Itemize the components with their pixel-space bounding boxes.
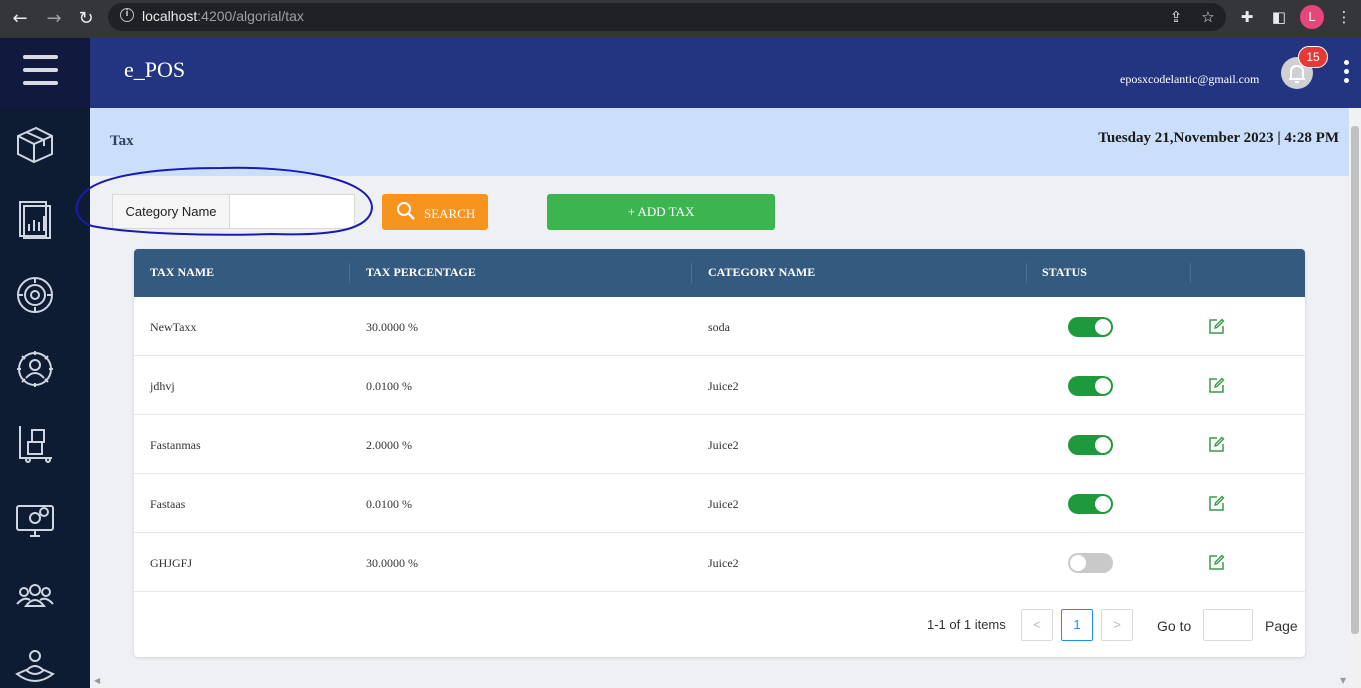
- edit-icon[interactable]: [1208, 377, 1225, 394]
- report-icon[interactable]: [14, 198, 56, 240]
- scroll-down-icon[interactable]: ▼: [1340, 676, 1346, 685]
- table-row: Fastanmas 2.0000 % Juice2: [134, 415, 1305, 474]
- edit-icon[interactable]: [1208, 318, 1225, 335]
- tax-name-cell: GHJGFJ: [150, 556, 193, 570]
- table-row: GHJGFJ 30.0000 % Juice2: [134, 533, 1305, 592]
- table-row: NewTaxx 30.0000 % soda: [134, 297, 1305, 356]
- tax-percentage-cell: 2.0000 %: [366, 438, 412, 452]
- sidebar: [0, 38, 90, 688]
- chrome-menu-icon[interactable]: ⋮: [1334, 7, 1354, 27]
- category-name-cell: Juice2: [708, 497, 739, 511]
- more-options-icon[interactable]: [1342, 60, 1350, 90]
- column-header-tax-name[interactable]: TAX NAME: [150, 265, 214, 280]
- category-name-cell: Juice2: [708, 556, 739, 570]
- user-settings-icon[interactable]: [14, 348, 56, 390]
- edit-icon[interactable]: [1208, 495, 1225, 512]
- status-toggle[interactable]: [1068, 494, 1113, 514]
- current-datetime: Tuesday 21,November 2023 | 4:28 PM: [1098, 130, 1339, 146]
- menu-icon: [23, 55, 58, 59]
- address-bar[interactable]: i localhost:4200/algorial/tax ⇪ ☆: [108, 3, 1226, 31]
- edit-icon[interactable]: [1208, 554, 1225, 571]
- browser-toolbar: ← → ↻ i localhost:4200/algorial/tax ⇪ ☆ …: [0, 0, 1361, 38]
- add-tax-button[interactable]: + ADD TAX: [547, 194, 775, 230]
- table-row: jdhvj 0.0100 % Juice2: [134, 356, 1305, 415]
- scroll-thumb[interactable]: [1351, 126, 1359, 634]
- search-button[interactable]: SEARCH: [382, 194, 488, 230]
- user-email[interactable]: eposxcodelantic@gmail.com: [1120, 72, 1259, 87]
- extensions-icon[interactable]: ✚: [1237, 7, 1257, 27]
- users-group-icon[interactable]: [14, 574, 56, 616]
- monitor-settings-icon[interactable]: [14, 498, 56, 540]
- page-title-bar: Tax Tuesday 21,November 2023 | 4:28 PM: [90, 108, 1349, 176]
- category-filter: Category Name: [112, 194, 355, 229]
- prev-page-button[interactable]: <: [1021, 609, 1053, 641]
- category-name-cell: Juice2: [708, 438, 739, 452]
- table-header: TAX NAME TAX PERCENTAGE CATEGORY NAME ST…: [134, 249, 1305, 297]
- tax-name-cell: NewTaxx: [150, 320, 197, 334]
- status-toggle[interactable]: [1068, 553, 1113, 573]
- app-header: e_POS eposxcodelantic@gmail.com 15: [90, 38, 1361, 108]
- column-header-tax-percentage[interactable]: TAX PERCENTAGE: [366, 265, 476, 280]
- tax-percentage-cell: 0.0100 %: [366, 497, 412, 511]
- pagination-summary: 1-1 of 1 items: [927, 617, 1006, 632]
- brand-title: e_POS: [124, 57, 186, 82]
- hand-user-icon[interactable]: [14, 646, 56, 688]
- table-row: Fastaas 0.0100 % Juice2: [134, 474, 1305, 533]
- tax-percentage-cell: 0.0100 %: [366, 379, 412, 393]
- profile-avatar[interactable]: L: [1300, 5, 1324, 29]
- category-name-cell: Juice2: [708, 379, 739, 393]
- search-button-label: SEARCH: [424, 206, 476, 221]
- search-icon: [397, 202, 415, 220]
- scroll-left-icon[interactable]: ◀: [94, 676, 100, 685]
- notification-badge: 15: [1298, 46, 1328, 68]
- menu-toggle-button[interactable]: [0, 38, 90, 108]
- tax-percentage-cell: 30.0000 %: [366, 320, 418, 334]
- url-text: localhost:4200/algorial/tax: [142, 8, 304, 24]
- category-name-label: Category Name: [113, 195, 230, 228]
- back-icon[interactable]: ←: [8, 7, 32, 31]
- page-1-button[interactable]: 1: [1061, 609, 1093, 641]
- tax-name-cell: Fastanmas: [150, 438, 201, 452]
- info-icon[interactable]: i: [120, 8, 134, 22]
- category-name-input[interactable]: [231, 195, 354, 228]
- next-page-button[interactable]: >: [1101, 609, 1133, 641]
- tax-percentage-cell: 30.0000 %: [366, 556, 418, 570]
- tax-name-cell: jdhvj: [150, 379, 175, 393]
- inventory-icon[interactable]: [14, 422, 56, 464]
- box-icon[interactable]: [14, 124, 56, 166]
- gear-cycle-icon[interactable]: [14, 274, 56, 316]
- page-label: Page: [1265, 618, 1298, 634]
- column-header-status[interactable]: STATUS: [1042, 265, 1087, 280]
- status-toggle[interactable]: [1068, 435, 1113, 455]
- vertical-scrollbar[interactable]: [1349, 108, 1361, 688]
- page-title: Tax: [110, 133, 134, 149]
- reload-icon[interactable]: ↻: [74, 7, 98, 31]
- goto-page-input[interactable]: [1203, 609, 1253, 641]
- column-header-category-name[interactable]: CATEGORY NAME: [708, 265, 815, 280]
- forward-icon[interactable]: →: [42, 7, 66, 31]
- side-panel-icon[interactable]: ◧: [1269, 7, 1289, 27]
- edit-icon[interactable]: [1208, 436, 1225, 453]
- tax-table: TAX NAME TAX PERCENTAGE CATEGORY NAME ST…: [134, 249, 1305, 657]
- share-icon[interactable]: ⇪: [1166, 7, 1186, 27]
- goto-label: Go to: [1157, 618, 1192, 634]
- category-name-cell: soda: [708, 320, 730, 334]
- status-toggle[interactable]: [1068, 317, 1113, 337]
- star-icon[interactable]: ☆: [1198, 7, 1218, 27]
- status-toggle[interactable]: [1068, 376, 1113, 396]
- tax-name-cell: Fastaas: [150, 497, 186, 511]
